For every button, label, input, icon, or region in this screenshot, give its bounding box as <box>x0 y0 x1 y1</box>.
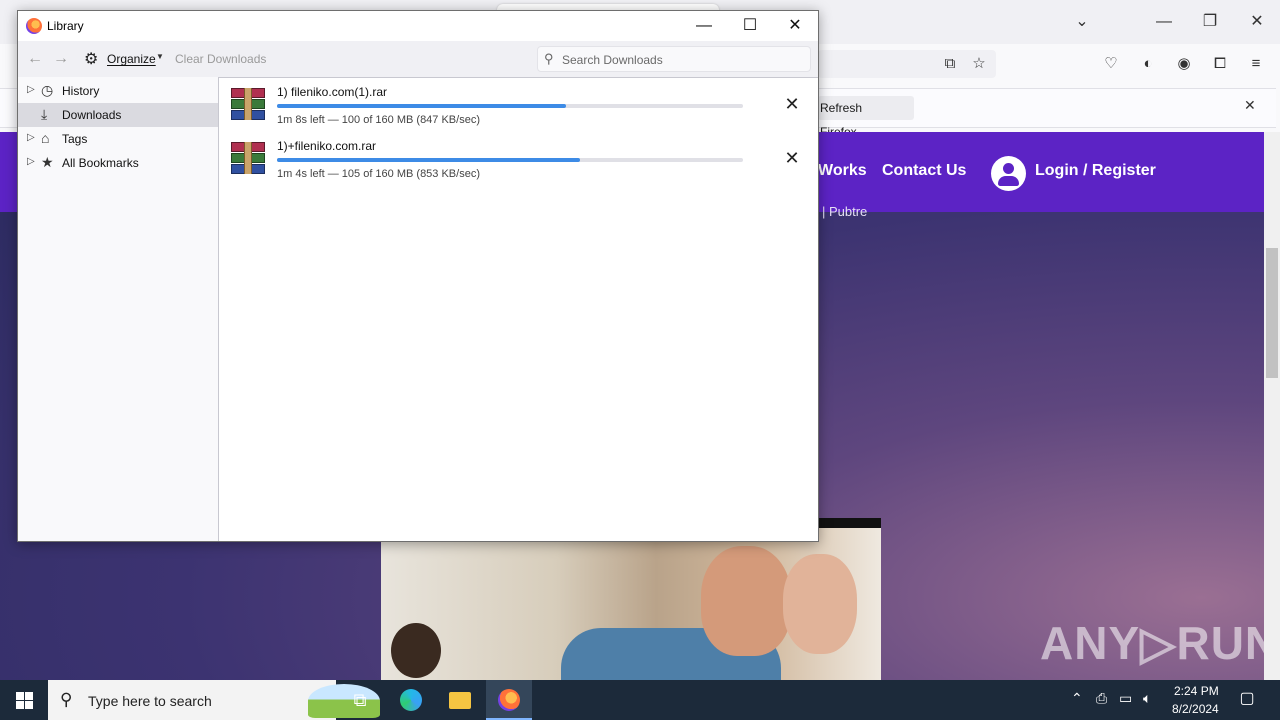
library-minimize-button[interactable]: — <box>681 11 727 41</box>
search-downloads-box[interactable]: ⚲ <box>537 46 811 72</box>
network-icon[interactable]: ▭ <box>1119 690 1132 707</box>
search-icon: ⚲ <box>60 690 73 709</box>
search-icon: ⚲ <box>544 51 554 66</box>
tray-device-icon[interactable]: ⎙ <box>1096 690 1107 707</box>
firefox-logo-icon <box>26 18 42 34</box>
rar-archive-icon <box>231 88 265 120</box>
page-scrollbar-thumb[interactable] <box>1266 248 1278 378</box>
clock-time[interactable]: 2:24 PM <box>1174 684 1219 698</box>
sidebar-item-all-bookmarks[interactable]: ▷ ★ All Bookmarks <box>18 151 218 175</box>
back-arrow-icon[interactable]: ← <box>27 50 43 68</box>
cancel-download-button[interactable]: ✕ <box>781 147 803 169</box>
anyrun-watermark: ANY▷RUN <box>1040 617 1264 669</box>
taskbar-search-placeholder: Type here to search <box>88 693 212 709</box>
page-scrollbar[interactable] <box>1264 132 1280 680</box>
reader-view-icon[interactable]: ⧉ <box>938 52 962 76</box>
video-child <box>391 623 441 678</box>
windows-start-icon[interactable] <box>0 680 48 720</box>
sidebar-item-tags[interactable]: ▷ ⌂ Tags <box>18 127 218 151</box>
tag-icon: ⌂ <box>41 130 50 146</box>
close-icon[interactable]: ✕ <box>1245 10 1269 34</box>
library-close-button[interactable]: ✕ <box>772 11 818 41</box>
restore-icon[interactable]: ❐ <box>1198 10 1222 34</box>
video-face-woman <box>783 554 857 654</box>
sidebar-item-label: All Bookmarks <box>62 156 139 170</box>
tab-list-chevron-icon[interactable]: ⌄ <box>1070 10 1094 34</box>
sidebar-item-label: Tags <box>62 132 88 146</box>
sidebar-item-history[interactable]: ▷ ◷ History <box>18 79 218 103</box>
library-window: Library — ☐ ✕ ← → ⚙ Organize ▼ Clear Dow… <box>17 10 819 542</box>
download-item[interactable]: 1) fileniko.com(1).rar 1m 8s left — 100 … <box>219 78 817 132</box>
task-view-icon[interactable]: ⧉ <box>337 680 383 720</box>
refresh-firefox-button[interactable]: Refresh Firefox… <box>818 96 914 139</box>
minimize-icon[interactable]: — <box>1152 10 1176 34</box>
search-downloads-input[interactable] <box>562 51 802 69</box>
downloads-list: 1) fileniko.com(1).rar 1m 8s left — 100 … <box>218 77 818 541</box>
download-status: 1m 8s left — 100 of 160 MB (847 KB/sec) <box>277 114 480 126</box>
extensions-puzzle-icon[interactable]: ⧠ <box>1208 52 1232 76</box>
clock-icon: ◷ <box>41 82 54 98</box>
download-filename: 1) fileniko.com(1).rar <box>277 85 388 99</box>
windows-taskbar: ⚲ Type here to search ⧉ ⌃ ⎙ ▭ 🔈︎ 2:24 PM… <box>0 680 1280 720</box>
video-frame <box>381 528 881 680</box>
bookmark-star-icon[interactable]: ☆ <box>967 52 991 76</box>
expand-chevron-icon[interactable]: ▷ <box>27 84 35 95</box>
forward-arrow-icon[interactable]: → <box>53 50 69 68</box>
user-avatar-icon[interactable] <box>991 156 1026 191</box>
clear-downloads-button[interactable]: Clear Downloads <box>175 52 266 66</box>
faded-subtitle: | Pubtre <box>822 204 868 219</box>
library-sidebar: ▷ ◷ History ⤓ Downloads ▷ ⌂ Tags ▷ ★ All… <box>18 77 218 541</box>
rar-archive-icon <box>231 142 265 174</box>
extension-theme-icon[interactable]: ◐ <box>1136 52 1160 76</box>
pocket-icon[interactable]: ♡ <box>1099 52 1123 76</box>
taskbar-search-box[interactable]: ⚲ Type here to search <box>48 680 380 720</box>
download-progress-bar <box>277 158 743 162</box>
organize-gear-icon[interactable]: ⚙ <box>84 49 98 69</box>
account-icon[interactable]: ◉ <box>1172 52 1196 76</box>
notification-center-icon[interactable]: ▢ <box>1236 688 1258 712</box>
firefox-icon[interactable] <box>498 689 520 711</box>
download-status: 1m 4s left — 105 of 160 MB (853 KB/sec) <box>277 168 480 180</box>
nav-link-works[interactable]: Works <box>818 162 867 180</box>
download-progress-fill <box>277 104 566 108</box>
edge-browser-icon[interactable] <box>400 689 422 711</box>
tray-chevron-icon[interactable]: ⌃ <box>1071 690 1083 707</box>
notification-close-icon[interactable]: ✕ <box>1244 97 1256 114</box>
library-maximize-button[interactable]: ☐ <box>727 11 773 41</box>
expand-chevron-icon[interactable]: ▷ <box>27 132 35 143</box>
clock-date[interactable]: 8/2/2024 <box>1172 702 1219 716</box>
menu-hamburger-icon[interactable]: ≡ <box>1244 52 1268 76</box>
nav-link-contact[interactable]: Contact Us <box>882 162 966 180</box>
nav-link-login[interactable]: Login / Register <box>1035 162 1156 180</box>
download-progress-fill <box>277 158 580 162</box>
promo-video[interactable] <box>381 518 881 680</box>
sidebar-item-label: History <box>62 84 100 98</box>
sidebar-item-label: Downloads <box>62 108 122 122</box>
organize-button[interactable]: Organize <box>107 52 156 66</box>
sidebar-item-downloads[interactable]: ⤓ Downloads <box>18 103 218 127</box>
star-icon: ★ <box>41 154 54 170</box>
library-titlebar: Library — ☐ ✕ <box>18 11 818 41</box>
download-icon: ⤓ <box>41 106 48 122</box>
download-item[interactable]: 1)+fileniko.com.rar 1m 4s left — 105 of … <box>219 132 817 186</box>
download-filename: 1)+fileniko.com.rar <box>277 139 377 153</box>
video-face-man <box>701 546 791 656</box>
cancel-download-button[interactable]: ✕ <box>781 93 803 115</box>
volume-icon[interactable]: 🔈︎ <box>1143 690 1151 707</box>
library-title: Library <box>47 19 84 33</box>
download-progress-bar <box>277 104 743 108</box>
expand-chevron-icon[interactable]: ▷ <box>27 156 35 167</box>
organize-dropdown-icon[interactable]: ▼ <box>156 52 164 61</box>
file-explorer-icon[interactable] <box>449 692 471 709</box>
